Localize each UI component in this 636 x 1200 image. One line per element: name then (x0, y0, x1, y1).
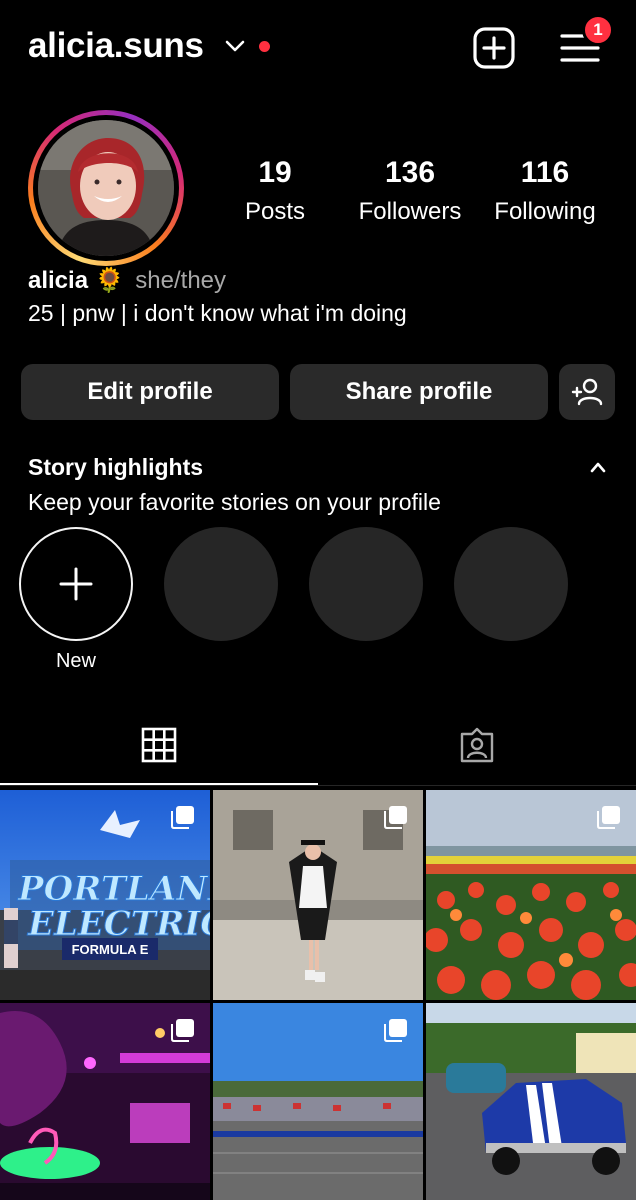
sign-text: PORTLAND (17, 869, 210, 909)
story-ring[interactable] (28, 110, 184, 266)
chevron-down-icon[interactable] (224, 38, 246, 54)
highlight-placeholder (164, 527, 278, 641)
highlights-subtitle: Keep your favorite stories on your profi… (28, 489, 441, 515)
sunflower-emoji: 🌻 (94, 267, 125, 294)
new-highlight-label: New (55, 650, 96, 672)
grid-icon (141, 727, 177, 763)
new-activity-dot (259, 41, 270, 52)
carousel-icon (171, 806, 194, 829)
bio: 25 | pnw | i don't know what i'm doing (28, 300, 407, 326)
highlight-placeholder (454, 527, 568, 641)
notification-badge: 1 (582, 14, 614, 46)
display-name: alicia (28, 267, 89, 294)
top-bar: alicia.suns 1 (0, 0, 636, 96)
post-thumbnail[interactable] (213, 1003, 423, 1200)
plus-icon (59, 567, 93, 601)
posts-label: Posts (244, 198, 306, 225)
add-person-icon (571, 378, 603, 406)
post-thumbnail[interactable] (426, 790, 636, 1000)
posts-stat[interactable]: 19 Posts (230, 156, 320, 226)
divider (0, 785, 636, 786)
sign-text: FORMULA E (72, 942, 149, 957)
avatar[interactable] (38, 120, 174, 256)
chevron-up-icon[interactable] (588, 460, 608, 474)
tab-tagged[interactable] (318, 712, 636, 786)
post-thumbnail[interactable] (0, 1003, 210, 1200)
share-profile-button[interactable]: Share profile (290, 364, 548, 420)
account-switcher[interactable]: alicia.suns (28, 26, 204, 66)
post-thumbnail[interactable] (426, 1003, 636, 1200)
following-stat[interactable]: 116 Following (488, 156, 602, 226)
edit-profile-button[interactable]: Edit profile (21, 364, 279, 420)
plus-square-icon[interactable] (472, 26, 516, 70)
carousel-icon (171, 1019, 194, 1042)
display-name-line: alicia 🌻 she/they (28, 266, 226, 295)
carousel-icon (384, 806, 407, 829)
pronouns: she/they (135, 267, 227, 294)
new-highlight-button[interactable] (19, 527, 133, 641)
avatar-photo (38, 120, 174, 256)
carousel-icon (597, 806, 620, 829)
carousel-icon (384, 1019, 407, 1042)
highlight-placeholder (309, 527, 423, 641)
followers-count: 136 (384, 156, 436, 189)
posts-count: 19 (258, 156, 292, 189)
following-label: Following (494, 198, 596, 225)
post-thumbnail[interactable]: PORTLAND ELECTRIC FORMULA E (0, 790, 210, 1000)
followers-stat[interactable]: 136 Followers (352, 156, 468, 226)
discover-people-button[interactable] (559, 364, 615, 420)
highlights-title: Story highlights (28, 454, 204, 480)
post-thumbnail[interactable] (213, 790, 423, 1000)
followers-label: Followers (358, 198, 462, 225)
post-image (426, 1003, 636, 1200)
tagged-person-icon (460, 727, 494, 763)
tab-posts-grid[interactable] (0, 712, 318, 786)
following-count: 116 (520, 156, 570, 189)
